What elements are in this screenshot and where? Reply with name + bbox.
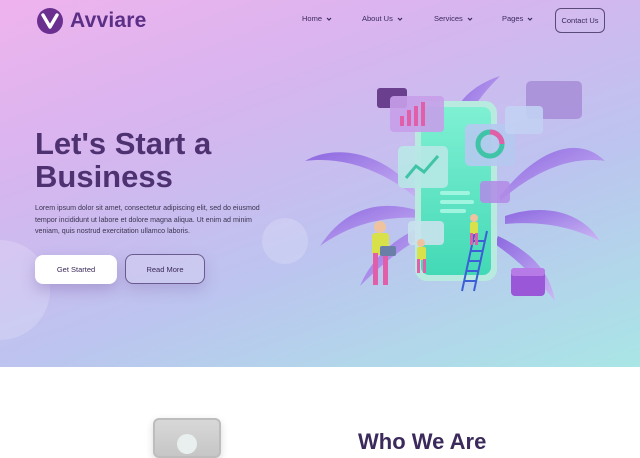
- nav-item-label: Services: [434, 14, 463, 23]
- about-section: Who We Are: [0, 367, 640, 458]
- get-started-button[interactable]: Get Started: [35, 255, 117, 284]
- figure-left: [372, 221, 396, 285]
- chevron-down-icon: [326, 17, 332, 21]
- about-photo: [153, 418, 221, 458]
- chevron-down-icon: [527, 17, 533, 21]
- hero-description: Lorem ipsum dolor sit amet, consectetur …: [35, 204, 260, 236]
- section-title: Who We Are: [358, 429, 487, 454]
- nav-item-pages[interactable]: Pages: [502, 14, 542, 23]
- brand-logo[interactable]: Avviare: [36, 7, 147, 35]
- nav-item-label: Pages: [502, 14, 524, 23]
- chevron-down-icon: [467, 17, 473, 21]
- brand-name: Avviare: [70, 9, 147, 32]
- box-decoration: [511, 268, 545, 296]
- nav-item-home[interactable]: Home: [302, 14, 362, 23]
- avviare-logo-icon: [37, 8, 63, 34]
- nav-item-services[interactable]: Services: [434, 14, 502, 23]
- nav-item-label: About Us: [362, 14, 393, 23]
- contact-us-button[interactable]: Contact Us: [555, 8, 605, 33]
- hero-section: Avviare Home About Us Services Pages Con…: [0, 0, 640, 367]
- chevron-down-icon: [397, 17, 403, 21]
- hero-title: Let's Start a Business: [35, 127, 295, 193]
- hero-title-line-1: Let's Start a: [35, 126, 212, 161]
- nav-item-label: Home: [302, 14, 323, 23]
- read-more-button[interactable]: Read More: [125, 254, 205, 284]
- main-nav: Home About Us Services Pages: [302, 14, 542, 23]
- hero-title-line-2: Business: [35, 159, 173, 194]
- photo-placeholder: [177, 434, 197, 454]
- nav-item-about-us[interactable]: About Us: [362, 14, 434, 23]
- hero-illustration: [305, 76, 605, 301]
